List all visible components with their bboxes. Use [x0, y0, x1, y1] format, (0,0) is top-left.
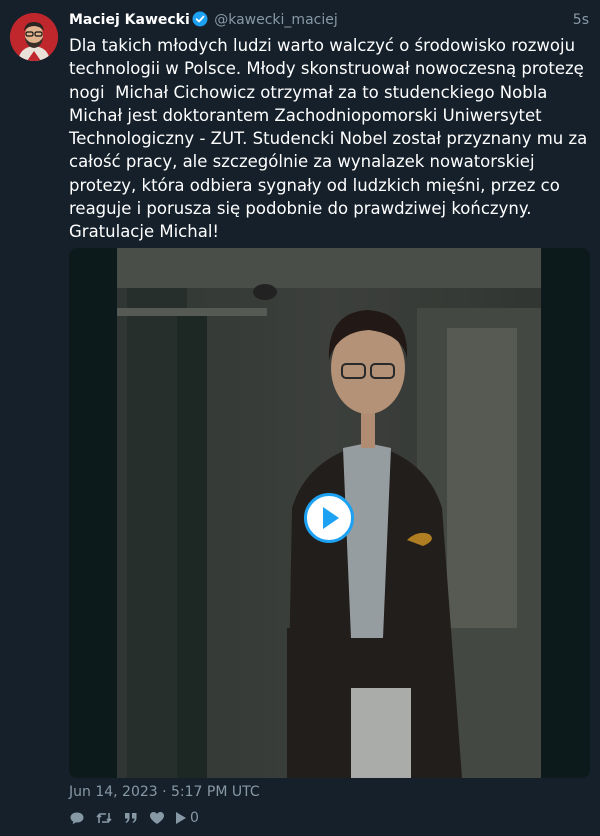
avatar[interactable]: [10, 13, 58, 61]
video-player[interactable]: [69, 248, 590, 778]
views-button[interactable]: 0: [175, 810, 199, 826]
tweet-header: Maciej Kawecki @kawecki_maciej 5s: [69, 10, 590, 30]
play-icon: [323, 507, 339, 529]
tweet-timestamp[interactable]: Jun 14, 2023 · 5:17 PM UTC: [69, 782, 260, 802]
quote-icon: [125, 813, 137, 823]
author-handle[interactable]: @kawecki_maciej: [214, 12, 338, 28]
retweet-icon: [96, 813, 112, 823]
tweet-text: Dla takich młodych ludzi warto walczyć o…: [69, 36, 593, 242]
retweet-button[interactable]: [95, 810, 113, 826]
views-icon: [176, 812, 186, 824]
verified-badge-icon: [192, 11, 208, 33]
author-name[interactable]: Maciej Kawecki: [69, 12, 190, 28]
like-button[interactable]: [149, 810, 165, 826]
reply-button[interactable]: [69, 810, 85, 826]
tweet-actions: 0: [69, 808, 209, 828]
quote-button[interactable]: [123, 810, 139, 826]
play-button[interactable]: [304, 493, 354, 543]
relative-time[interactable]: 5s: [573, 10, 589, 30]
reply-icon: [70, 812, 84, 825]
views-count: 0: [190, 810, 199, 826]
heart-icon: [150, 812, 164, 824]
